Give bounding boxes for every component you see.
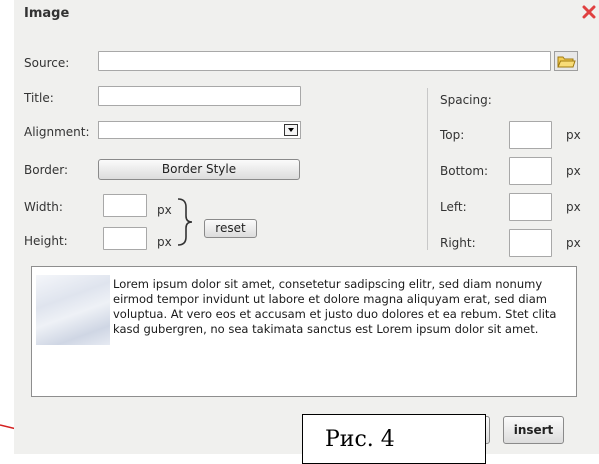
insert-button[interactable]: insert — [503, 416, 564, 444]
spacing-top-input[interactable] — [509, 121, 552, 149]
source-input[interactable] — [98, 51, 551, 71]
spacing-right-unit: px — [566, 236, 581, 250]
preview-text-wrap: Lorem ipsum dolor sit amet, consetetur s… — [35, 277, 565, 337]
spacing-left-label: Left: — [440, 200, 467, 214]
chevron-down-icon[interactable] — [284, 124, 298, 136]
border-label: Border: — [24, 163, 69, 177]
spacing-top-unit: px — [566, 128, 581, 142]
preview-text: Lorem ipsum dolor sit amet, consetetur s… — [113, 277, 557, 336]
width-unit: px — [157, 203, 172, 217]
spacing-right-label: Right: — [440, 236, 476, 250]
spacing-right-input[interactable] — [509, 229, 552, 257]
spacing-heading: Spacing: — [440, 93, 492, 107]
alignment-label: Alignment: — [24, 125, 90, 139]
dialog-title: Image — [24, 6, 70, 21]
spacing-bottom-unit: px — [566, 164, 581, 178]
spacing-left-unit: px — [566, 200, 581, 214]
width-label: Width: — [24, 200, 63, 214]
reset-button[interactable]: reset — [204, 219, 257, 238]
browse-button[interactable] — [554, 51, 578, 71]
title-input[interactable] — [98, 86, 301, 106]
source-label: Source: — [24, 56, 70, 70]
caption-text: Рис. 4 — [325, 427, 395, 452]
alignment-select[interactable] — [98, 121, 301, 139]
figure-caption: Рис. 4 — [302, 414, 486, 464]
spacing-top-label: Top: — [440, 128, 465, 142]
close-icon[interactable] — [582, 5, 596, 19]
border-style-button[interactable]: Border Style — [98, 159, 300, 180]
image-preview: Lorem ipsum dolor sit amet, consetetur s… — [31, 266, 577, 397]
folder-icon — [557, 56, 576, 68]
height-unit: px — [157, 235, 172, 249]
image-dialog: Image Source: Title: Alignment: Border: … — [14, 0, 599, 454]
spacing-divider — [427, 88, 428, 250]
width-input[interactable] — [103, 194, 147, 217]
height-label: Height: — [24, 234, 68, 248]
title-label: Title: — [24, 91, 54, 105]
height-input[interactable] — [103, 227, 147, 250]
spacing-left-input[interactable] — [509, 193, 552, 221]
spacing-bottom-label: Bottom: — [440, 164, 489, 178]
spacing-bottom-input[interactable] — [509, 157, 552, 185]
brace-icon — [177, 198, 193, 246]
